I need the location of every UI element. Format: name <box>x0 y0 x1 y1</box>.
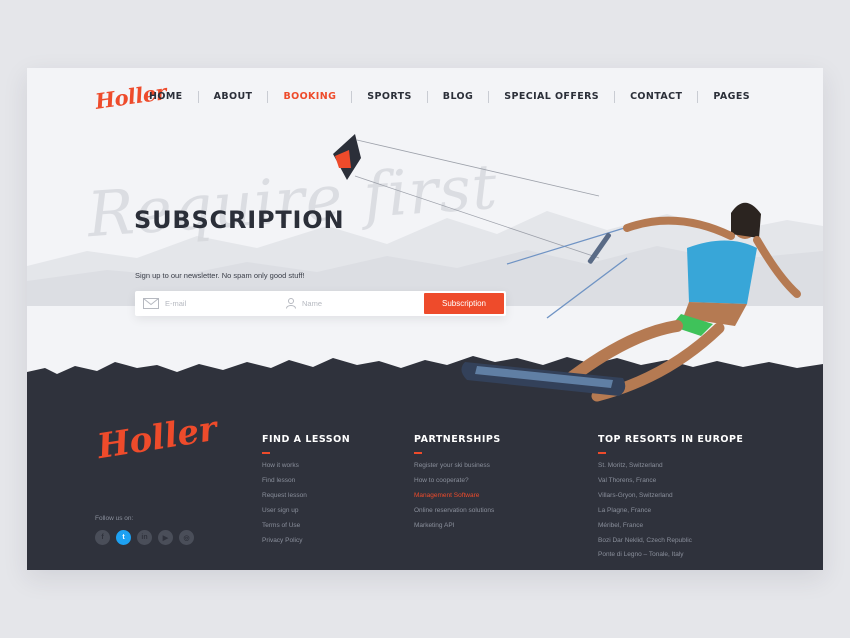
footer-link[interactable]: Bozi Dar Neklid, Czech Republic <box>598 534 743 549</box>
column-title: TOP RESORTS IN EUROPE <box>598 434 744 445</box>
youtube-icon[interactable]: ▶ <box>158 530 173 545</box>
facebook-icon[interactable]: f <box>95 530 110 545</box>
footer-link[interactable]: Méribel, France <box>598 519 743 534</box>
nav-item-blog[interactable]: BLOG <box>426 91 488 103</box>
footer-column-find-lesson: FIND A LESSON How it works Find lesson R… <box>262 434 350 548</box>
main-nav: HOME ABOUT BOOKING SPORTS BLOG SPECIAL O… <box>134 91 765 103</box>
footer-link[interactable]: St. Moritz, Switzerland <box>598 459 743 474</box>
column-title: PARTNERSHIPS <box>414 434 501 445</box>
footer-link[interactable]: Val Thorens, France <box>598 474 743 489</box>
site-footer: Holler Follow us on: f t in ▶ ◎ FIND A L… <box>27 368 823 570</box>
follow-label: Follow us on: <box>95 515 134 522</box>
social-links: f t in ▶ ◎ <box>95 530 194 545</box>
instagram-icon[interactable]: ◎ <box>179 530 194 545</box>
footer-column-partnerships: PARTNERSHIPS Register your ski business … <box>414 434 501 534</box>
footer-link[interactable]: User sign up <box>262 504 350 519</box>
footer-link[interactable]: How to cooperate? <box>414 474 501 489</box>
email-input[interactable] <box>165 299 275 308</box>
nav-item-home[interactable]: HOME <box>134 91 198 103</box>
nav-item-special-offers[interactable]: SPECIAL OFFERS <box>488 91 614 103</box>
hero-title: SUBSCRIPTION <box>134 206 345 234</box>
twitter-icon[interactable]: t <box>116 530 131 545</box>
nav-item-pages[interactable]: PAGES <box>697 91 765 103</box>
footer-link[interactable]: Ponte di Legno – Tonale, Italy <box>598 548 743 563</box>
column-title-underline <box>262 452 270 454</box>
footer-link[interactable]: Marketing API <box>414 519 501 534</box>
footer-link[interactable]: Terms of Use <box>262 519 350 534</box>
email-field-wrap <box>135 291 280 316</box>
nav-item-contact[interactable]: CONTACT <box>614 91 697 103</box>
nav-item-sports[interactable]: SPORTS <box>351 91 427 103</box>
footer-link[interactable]: Register your ski business <box>414 459 501 474</box>
user-icon <box>286 298 296 309</box>
nav-item-about[interactable]: ABOUT <box>197 91 268 103</box>
footer-link[interactable]: Find lesson <box>262 474 350 489</box>
nav-item-booking[interactable]: BOOKING <box>267 91 351 103</box>
footer-link[interactable]: La Plagne, France <box>598 504 743 519</box>
column-title-underline <box>598 452 606 454</box>
footer-link[interactable]: How it works <box>262 459 350 474</box>
footer-logo[interactable]: Holler <box>95 409 220 467</box>
footer-link[interactable]: Request lesson <box>262 489 350 504</box>
linkedin-icon[interactable]: in <box>137 530 152 545</box>
page-card: Holler HOME ABOUT BOOKING SPORTS BLOG SP… <box>27 68 823 570</box>
footer-column-top-resorts: TOP RESORTS IN EUROPE St. Moritz, Switze… <box>598 434 743 563</box>
footer-link-active[interactable]: Management Software <box>414 489 501 504</box>
envelope-icon <box>143 298 159 309</box>
column-title: FIND A LESSON <box>262 434 351 445</box>
footer-link[interactable]: Villars-Gryon, Switzerland <box>598 489 743 504</box>
column-title-underline <box>414 452 422 454</box>
hero-subtitle: Sign up to our newsletter. No spam only … <box>135 271 305 280</box>
footer-link[interactable]: Privacy Policy <box>262 534 350 549</box>
footer-link[interactable]: Online reservation solutions <box>414 504 501 519</box>
